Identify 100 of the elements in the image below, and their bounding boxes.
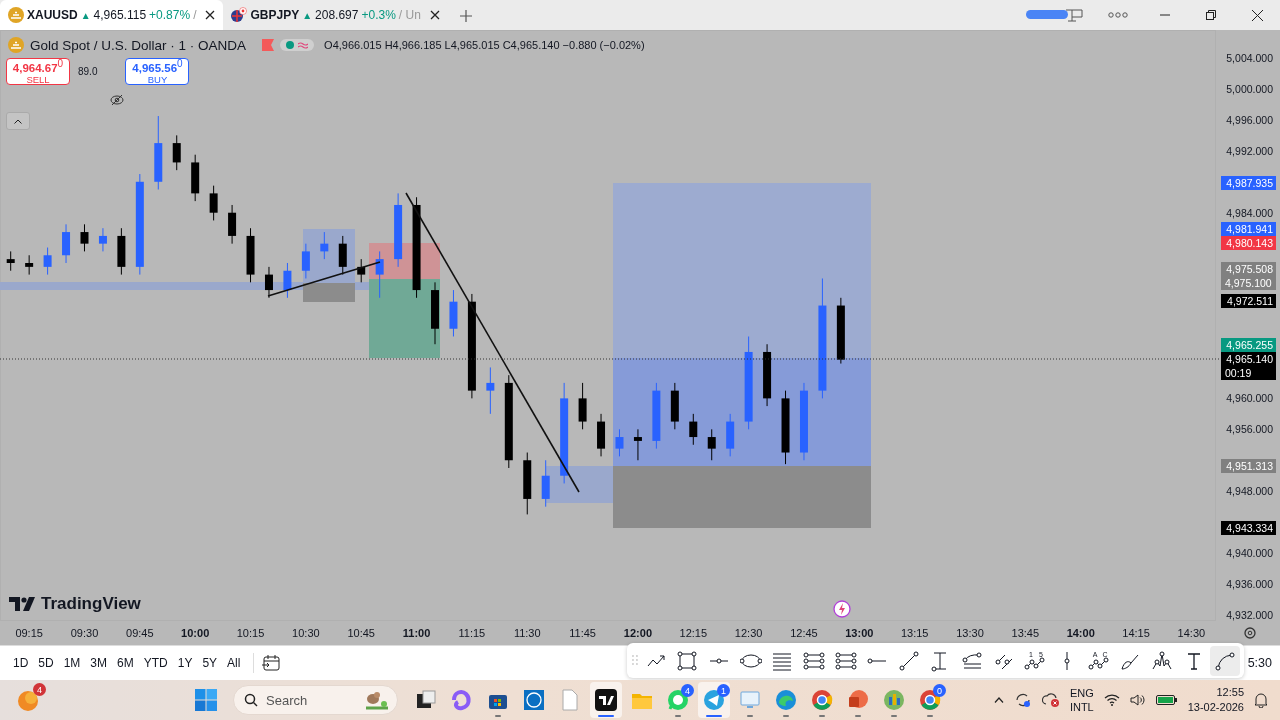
time-axis-label: 13:15 [900,627,929,639]
taskbar-app[interactable]: 1 [698,682,730,718]
timezone-label[interactable]: 5:30 [1247,656,1272,670]
flags-icon [231,7,248,23]
taskbar-app[interactable]: 0 [914,682,946,718]
price-axis-label: 4,992.000 [1226,144,1273,157]
candle [375,250,384,299]
running-indicator [927,715,933,717]
ring-icon [810,688,834,712]
head-shoulders-icon [1150,649,1173,672]
logo-tile-icon [594,688,618,712]
settings-icon[interactable] [1244,627,1256,639]
pen-toggle-icon[interactable] [1026,7,1084,23]
keyboard-layout-label[interactable]: INTL [1069,700,1094,715]
sell-button[interactable]: 4,964.67$^{0}$ SELL [6,58,70,85]
channel-icon [802,649,825,672]
candle [763,343,772,407]
range-button[interactable]: 6M [112,652,139,674]
chevron-up-icon[interactable] [993,697,1004,703]
start-icon[interactable] [195,689,217,711]
time-axis-label: 13:30 [956,627,984,639]
fan-lines-icon [961,649,984,672]
candle [670,382,679,430]
time-axis-label: 09:30 [70,627,99,639]
time-axis-label: 14:15 [1122,627,1150,639]
candle [449,289,458,337]
candle [357,258,366,283]
eye-hidden-icon[interactable] [110,94,124,106]
time-axis-label: 13:00 [845,627,874,639]
language-label[interactable]: ENG [1069,685,1094,700]
cloud-error-icon[interactable] [1041,692,1060,708]
search-field[interactable]: Search [233,685,398,715]
time-axis-label: 12:45 [790,627,818,639]
candle [615,428,624,457]
candle [80,223,89,252]
time-axis-label: 14:00 [1066,627,1095,639]
calendar-icon[interactable] [262,655,281,671]
time-axis-label: 09:45 [126,627,154,639]
range-button[interactable]: YTD [138,652,173,674]
range-button[interactable]: All [222,652,246,674]
lightning-icon[interactable] [833,600,851,618]
trend-line[interactable] [267,261,381,297]
drawing-tool[interactable] [1210,645,1241,676]
candle [689,413,698,446]
trend-line-icon [897,649,920,672]
notification-bell-icon[interactable] [1254,692,1268,708]
buy-button[interactable]: 4,965.56$^{0}$ BUY [125,58,190,85]
range-button[interactable]: 1M [58,652,86,674]
price-tag-label: 4,965.140 [1226,353,1273,365]
range-button[interactable]: 5Y [197,652,223,674]
clock-time[interactable]: 12:55 [1216,685,1244,700]
restore-icon[interactable] [1206,10,1216,20]
trend-line[interactable] [405,192,580,493]
running-indicator [747,715,753,717]
price-tag-label: 4,943.334 [1226,522,1273,534]
range-button[interactable]: 3M [85,652,113,674]
clock-date[interactable]: 13-02-2026 [1187,700,1244,715]
weather-icon[interactable] [16,688,40,712]
candle [726,413,735,457]
price-tag-label: 4,987.935 [1226,177,1273,189]
price-tag-label: 4,975.100 [1225,277,1272,289]
taskbar-app[interactable] [590,682,622,718]
candle [301,243,310,279]
wifi-icon[interactable] [1103,694,1120,706]
more-icon[interactable] [1108,12,1128,18]
sync-icon[interactable] [1013,692,1032,708]
ohlc-values: O4,966.015 H4,966.185 L4,965.015 C4,965.140 −0.880 (−0.02%) [324,39,645,51]
app-badge: 4 [681,684,694,697]
range-button[interactable]: 5D [33,652,59,674]
drag-handle-icon[interactable] [631,653,639,668]
fibonacci-icon [834,649,857,672]
price-axis-label: 5,000.000 [1226,82,1273,95]
battery-icon[interactable] [1155,694,1178,706]
candle [43,247,52,276]
candle [431,281,439,345]
price-axis-label: 4,984.000 [1226,206,1273,219]
volume-icon[interactable] [1129,693,1146,707]
price-axis-label: 4,996.000 [1226,113,1273,126]
running-indicator [495,715,501,717]
time-axis-label: 11:30 [513,627,541,639]
price-axis-label: 4,936.000 [1226,578,1273,591]
wave-icon [774,688,798,712]
time-axis-label: 12:15 [679,627,708,639]
range-button[interactable]: 1D [8,652,34,674]
close-icon[interactable] [1251,9,1263,21]
zone-rectangle[interactable] [369,279,440,358]
range-button[interactable]: 1Y [172,652,198,674]
tile-icon [522,688,546,712]
chart-tab[interactable]: XAUUSD ▲ 4,965.115 +0.87% / [0,0,224,30]
candle [6,250,15,272]
price-tag-label: 4,975.508 [1226,263,1273,275]
add-tab-icon[interactable] [459,10,472,22]
dot-icon [286,41,295,49]
price-tag-label: 4,965.255 [1226,339,1273,351]
taskbar-app[interactable]: 4 [662,682,694,718]
price-axis-label: 4,948.000 [1226,485,1273,498]
candle [541,459,550,508]
time-axis-label: 10:45 [347,627,375,639]
candle [320,231,329,260]
time-axis-label: 12:00 [623,627,652,639]
